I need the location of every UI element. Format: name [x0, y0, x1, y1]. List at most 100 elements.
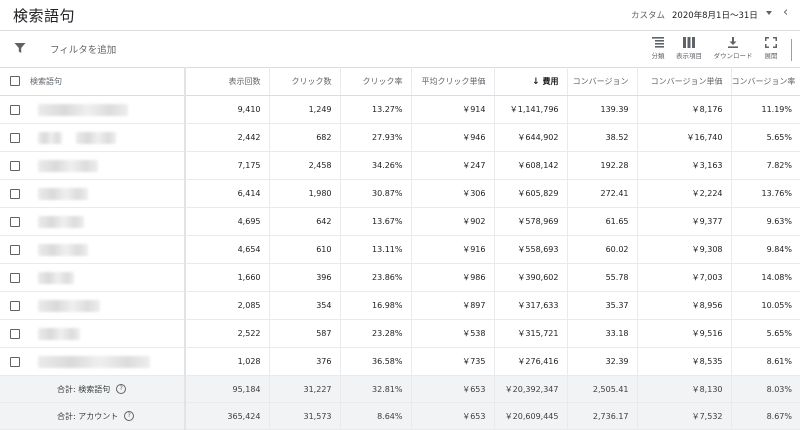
columns-button[interactable]: 表示項目 — [669, 35, 709, 60]
date-range-label: カスタム — [631, 11, 666, 21]
row-checkbox[interactable] — [10, 104, 20, 115]
cell-conversions: 33.18 — [566, 319, 637, 348]
table-row[interactable]: 1,660 396 23.86% ￥986 ￥390,602 55.78 ￥7,003 14.… — [0, 263, 800, 292]
download-button[interactable]: ダウンロード — [713, 35, 753, 60]
cell-cost: ￥315,721 — [493, 319, 567, 348]
cell-conversions: 38.52 — [566, 123, 637, 152]
column-header-impressions[interactable]: 表示回数 — [184, 67, 269, 96]
cell-cost: ￥317,633 — [493, 291, 567, 320]
select-all-checkbox-cell[interactable] — [0, 67, 24, 96]
column-header-clicks[interactable]: クリック数 — [268, 67, 340, 96]
previous-period-button[interactable]: ‹ — [783, 6, 788, 20]
row-checkbox[interactable] — [10, 244, 20, 255]
row-checkbox-cell[interactable] — [0, 263, 24, 292]
row-checkbox-cell[interactable] — [0, 291, 24, 320]
column-header-cost[interactable]: ↓ 費用 — [493, 67, 567, 96]
column-header-conversion-rate[interactable]: コンバージョン率 — [730, 67, 800, 96]
cell-impressions: 2,442 — [184, 123, 269, 152]
row-checkbox[interactable] — [10, 356, 20, 367]
cell-conversion-rate: 8.61% — [730, 347, 800, 376]
total-impressions: 365,424 — [184, 402, 269, 430]
cell-ctr: 13.27% — [339, 95, 411, 124]
totals-row: 合計: 検索語句? 95,184 31,227 32.81% ￥653 ￥20,392,3… — [0, 375, 800, 403]
row-checkbox-cell[interactable] — [0, 207, 24, 236]
total-avg-cpc: ￥653 — [410, 375, 494, 403]
row-checkbox-cell[interactable] — [0, 319, 24, 348]
row-checkbox-cell[interactable] — [0, 123, 24, 152]
search-term-cell — [24, 123, 186, 152]
row-checkbox[interactable] — [10, 300, 20, 311]
row-checkbox-cell[interactable] — [0, 235, 24, 264]
total-conversions: 2,505.41 — [566, 375, 637, 403]
cell-ctr: 16.98% — [339, 291, 411, 320]
row-checkbox[interactable] — [10, 188, 20, 199]
filter-icon[interactable] — [14, 42, 26, 54]
table-row[interactable]: 1,028 376 36.58% ￥735 ￥276,416 32.39 ￥8,535 8.6… — [0, 347, 800, 376]
cell-impressions: 4,695 — [184, 207, 269, 236]
cell-ctr: 13.11% — [339, 235, 411, 264]
redacted-search-term — [38, 131, 62, 144]
row-checkbox[interactable] — [10, 216, 20, 227]
table-row[interactable]: 2,522 587 23.28% ￥538 ￥315,721 33.18 ￥9,516 5.6… — [0, 319, 800, 348]
cell-clicks: 1,249 — [268, 95, 340, 124]
row-checkbox-cell[interactable] — [0, 347, 24, 376]
cell-conversion-rate: 10.05% — [730, 291, 800, 320]
page-title: 検索語句 — [13, 7, 76, 25]
expand-button[interactable]: 展開 — [751, 35, 791, 60]
totals-row: 合計: アカウント? 365,424 31,573 8.64% ￥653 ￥20,609,… — [0, 402, 800, 430]
table-row[interactable]: 4,654 610 13.11% ￥916 ￥558,693 60.02 ￥9,308 9.8… — [0, 235, 800, 264]
cell-conversions: 60.02 — [566, 235, 637, 264]
table-row[interactable]: 4,695 642 13.67% ￥902 ￥578,969 61.65 ￥9,377 9.6… — [0, 207, 800, 236]
cell-cost-per-conversion: ￥8,176 — [636, 95, 731, 124]
cell-ctr: 36.58% — [339, 347, 411, 376]
cell-cost: ￥390,602 — [493, 263, 567, 292]
total-conversion-rate: 8.03% — [730, 375, 800, 403]
select-all-checkbox[interactable] — [10, 76, 20, 86]
column-header-conversions[interactable]: コンバージョン — [566, 67, 637, 96]
row-checkbox-cell[interactable] — [0, 179, 24, 208]
cell-avg-cpc: ￥916 — [410, 235, 494, 264]
cell-cost-per-conversion: ￥8,535 — [636, 347, 731, 376]
total-impressions: 95,184 — [184, 375, 269, 403]
cell-ctr: 30.87% — [339, 179, 411, 208]
row-checkbox[interactable] — [10, 160, 20, 171]
cell-cost-per-conversion: ￥9,516 — [636, 319, 731, 348]
search-term-cell — [24, 235, 186, 264]
redacted-search-term — [38, 159, 98, 172]
totals-spacer — [0, 402, 24, 430]
total-ctr: 32.81% — [339, 375, 411, 403]
table-row[interactable]: 2,085 354 16.98% ￥897 ￥317,633 35.37 ￥8,956 10.… — [0, 291, 800, 320]
table-row[interactable]: 7,175 2,458 34.26% ￥247 ￥608,142 192.28 ￥3,163… — [0, 151, 800, 180]
cell-conversion-rate: 9.84% — [730, 235, 800, 264]
row-checkbox[interactable] — [10, 328, 20, 339]
cell-impressions: 9,410 — [184, 95, 269, 124]
cell-impressions: 7,175 — [184, 151, 269, 180]
totals-label: 合計: 検索語句 — [57, 384, 111, 394]
cell-avg-cpc: ￥946 — [410, 123, 494, 152]
help-icon[interactable]: ? — [116, 384, 127, 394]
table-row[interactable]: 9,410 1,249 13.27% ￥914 ￥1,141,796 139.39 ￥8,1… — [0, 95, 800, 124]
add-filter-button[interactable]: フィルタを追加 — [50, 42, 116, 56]
total-ctr: 8.64% — [339, 402, 411, 430]
cell-conversion-rate: 13.76% — [730, 179, 800, 208]
column-header-cost-per-conversion[interactable]: コンバージョン単価 — [636, 67, 731, 96]
row-checkbox[interactable] — [10, 272, 20, 283]
total-cost-per-conversion: ￥7,532 — [636, 402, 731, 430]
row-checkbox-cell[interactable] — [0, 151, 24, 180]
row-checkbox-cell[interactable] — [0, 95, 24, 124]
total-cost-per-conversion: ￥8,130 — [636, 375, 731, 403]
table-row[interactable]: 6,414 1,980 30.87% ￥306 ￥605,829 272.41 ￥2,224… — [0, 179, 800, 208]
table-row[interactable]: 2,442 682 27.93% ￥946 ￥644,902 38.52 ￥16,740 5.… — [0, 123, 800, 152]
segment-icon — [652, 37, 664, 48]
redacted-search-term — [38, 215, 84, 228]
column-header-search-term[interactable]: 検索語句 — [24, 67, 186, 96]
date-range-dropdown-icon[interactable] — [766, 11, 772, 15]
row-checkbox[interactable] — [10, 132, 20, 143]
cell-conversions: 61.65 — [566, 207, 637, 236]
column-header-avg-cpc[interactable]: 平均クリック単価 — [410, 67, 494, 96]
date-range-value[interactable]: 2020年8月1日〜31日 — [672, 9, 758, 21]
total-clicks: 31,227 — [268, 375, 340, 403]
cell-cost: ￥605,829 — [493, 179, 567, 208]
cell-clicks: 354 — [268, 291, 340, 320]
column-header-ctr[interactable]: クリック率 — [339, 67, 411, 96]
